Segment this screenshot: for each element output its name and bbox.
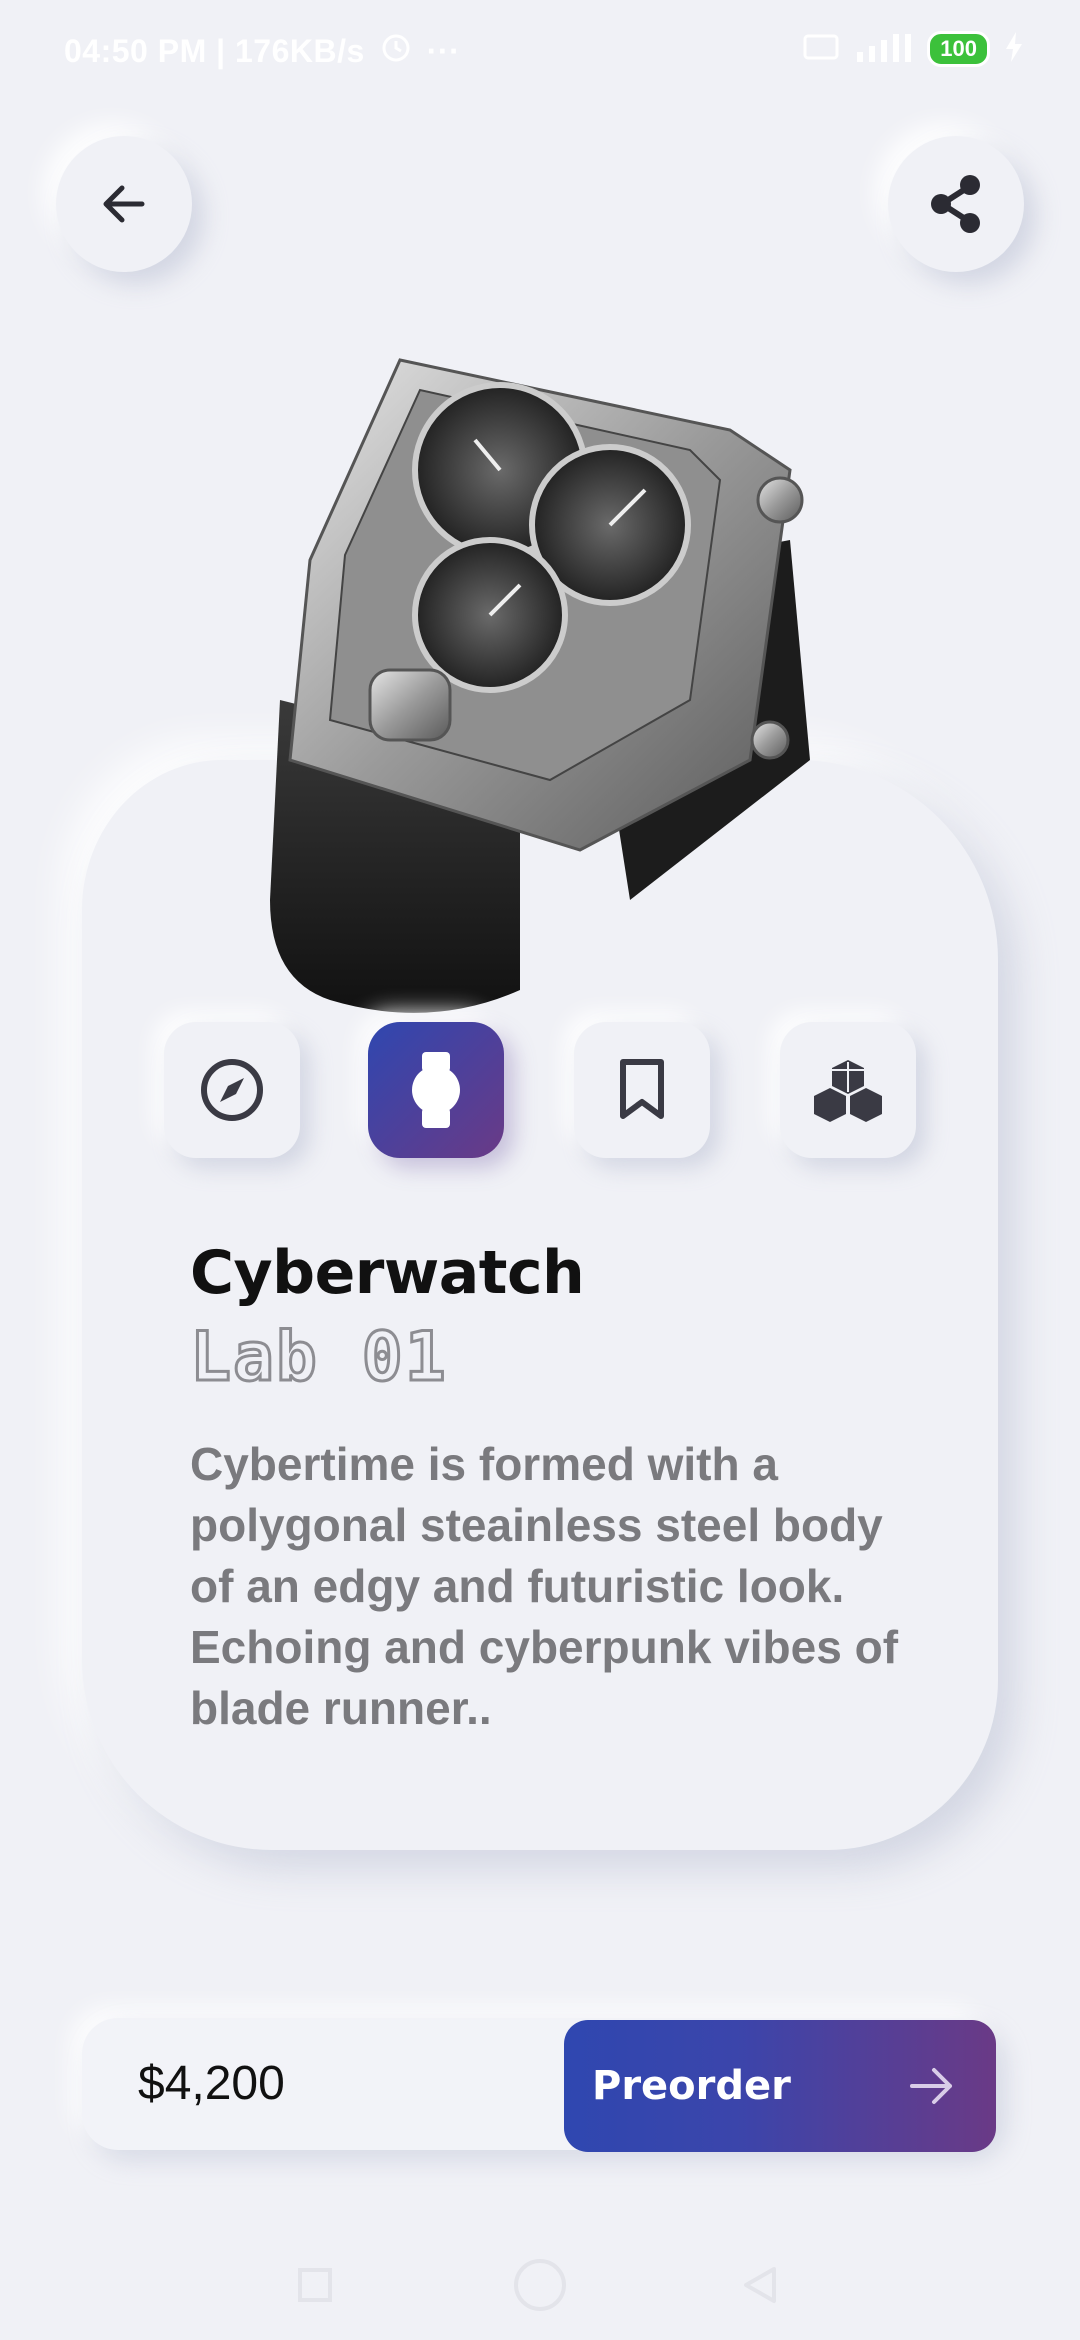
triangle-back-icon	[744, 2267, 776, 2303]
arrow-left-icon	[103, 185, 145, 223]
navigation-bar	[0, 2220, 1080, 2340]
status-bar: 04:50 PM | 176KB/s ··· 100	[0, 0, 1080, 100]
product-screen: 04:50 PM | 176KB/s ··· 100 Cyberwatch La…	[0, 0, 1080, 2340]
square-icon	[298, 2268, 332, 2302]
preorder-button[interactable]: Preorder	[564, 2020, 996, 2152]
watch-image	[270, 358, 810, 1013]
status-left: 04:50 PM | 176KB/s ···	[64, 30, 460, 72]
charging-icon	[1004, 32, 1024, 66]
back-nav-button[interactable]	[725, 2250, 795, 2320]
product-description: Cybertime is formed with a polygonal ste…	[190, 1438, 899, 1734]
compass-icon	[201, 1059, 263, 1121]
product-subtitle: Lab 01	[189, 1317, 448, 1399]
alarm-icon	[379, 30, 413, 72]
share-icon	[931, 175, 980, 233]
recent-apps-button[interactable]	[280, 2250, 350, 2320]
checkout-bar: $4,200 Preorder	[82, 2018, 996, 2152]
signal-icon	[853, 30, 913, 68]
battery-indicator: 100	[927, 31, 990, 67]
feature-bookmark-button[interactable]	[574, 1022, 710, 1158]
circle-icon	[514, 2259, 566, 2311]
feature-cubes-button[interactable]	[780, 1022, 916, 1158]
share-button[interactable]	[888, 136, 1024, 272]
price-label: $4,200	[138, 2057, 285, 2110]
status-more: ···	[426, 32, 461, 69]
preorder-label: Preorder	[592, 2063, 791, 2109]
back-button[interactable]	[56, 136, 192, 272]
status-right: 100	[803, 30, 1024, 68]
arrow-right-icon	[910, 2068, 952, 2104]
watch-icon	[412, 1052, 460, 1128]
feature-compass-button[interactable]	[164, 1022, 300, 1158]
bookmark-icon	[620, 1059, 664, 1119]
cubes-icon	[814, 1060, 882, 1122]
home-button[interactable]	[505, 2250, 575, 2320]
product-title: Cyberwatch	[190, 1238, 585, 1308]
feature-watch-button[interactable]	[368, 1022, 504, 1158]
status-time-speed: 04:50 PM | 176KB/s	[64, 32, 365, 69]
volte-icon	[803, 32, 839, 66]
